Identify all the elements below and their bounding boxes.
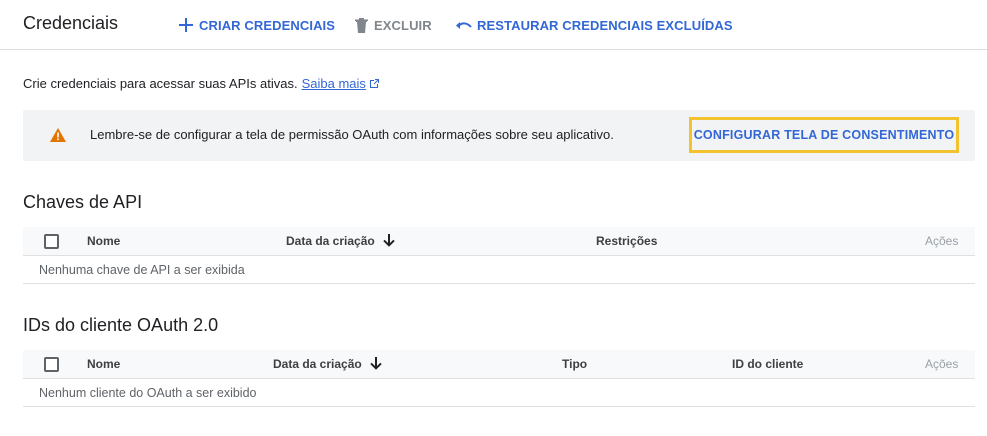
warning-icon <box>50 128 66 142</box>
api-keys-table-header: Nome Data da criação Restrições Ações <box>23 227 975 256</box>
select-all-checkbox[interactable] <box>44 357 59 372</box>
create-credentials-label: CRIAR CREDENCIAIS <box>199 17 336 33</box>
column-name[interactable]: Nome <box>87 357 120 371</box>
oauth-clients-empty-row: Nenhum cliente do OAuth a ser exibido <box>23 379 975 407</box>
column-client-id[interactable]: ID do cliente <box>732 357 803 371</box>
arrow-down-icon[interactable] <box>370 357 382 371</box>
api-keys-empty-row: Nenhuma chave de API a ser exibida <box>23 256 975 284</box>
column-name[interactable]: Nome <box>87 234 120 248</box>
plus-icon <box>178 17 194 33</box>
delete-label: EXCLUIR <box>374 17 432 33</box>
intro-description: Crie credenciais para acessar suas APIs … <box>23 76 298 91</box>
column-created-date[interactable]: Data da criação <box>273 357 382 371</box>
column-restrictions[interactable]: Restrições <box>596 234 657 248</box>
oauth-consent-banner: Lembre-se de configurar a tela de permis… <box>23 110 975 161</box>
oauth-clients-table-header: Nome Data da criação Tipo ID do cliente … <box>23 350 975 379</box>
learn-more-label: Saiba mais <box>301 76 366 91</box>
external-link-icon[interactable] <box>369 78 380 89</box>
top-toolbar: Credenciais CRIAR CREDENCIAIS EXCLUIR RE… <box>0 0 987 50</box>
intro-text: Crie credenciais para acessar suas APIs … <box>23 76 380 91</box>
delete-button[interactable]: EXCLUIR <box>353 16 432 34</box>
learn-more-link[interactable]: Saiba mais <box>302 76 366 91</box>
arrow-down-icon[interactable] <box>383 234 395 248</box>
column-actions: Ações <box>925 234 959 248</box>
restore-deleted-button[interactable]: RESTAURAR CREDENCIAIS EXCLUÍDAS <box>456 16 733 34</box>
column-actions: Ações <box>925 357 959 371</box>
column-created-date-label: Data da criação <box>286 234 375 248</box>
page-title: Credenciais <box>23 13 119 33</box>
banner-message: Lembre-se de configurar a tela de permis… <box>90 127 614 142</box>
api-keys-title: Chaves de API <box>23 192 143 212</box>
restore-label: RESTAURAR CREDENCIAIS EXCLUÍDAS <box>477 17 733 33</box>
undo-icon <box>456 17 472 33</box>
column-type[interactable]: Tipo <box>562 357 587 371</box>
configure-consent-screen-button[interactable]: CONFIGURAR TELA DE CONSENTIMENTO <box>689 117 959 153</box>
create-credentials-button[interactable]: CRIAR CREDENCIAIS <box>178 16 335 34</box>
column-created-date-label: Data da criação <box>273 357 362 371</box>
trash-icon <box>353 17 369 33</box>
oauth-clients-empty-text: Nenhum cliente do OAuth a ser exibido <box>39 386 257 400</box>
api-keys-empty-text: Nenhuma chave de API a ser exibida <box>39 263 245 277</box>
column-created-date[interactable]: Data da criação <box>286 234 395 248</box>
select-all-checkbox[interactable] <box>44 234 59 249</box>
oauth-clients-title: IDs do cliente OAuth 2.0 <box>23 315 219 335</box>
